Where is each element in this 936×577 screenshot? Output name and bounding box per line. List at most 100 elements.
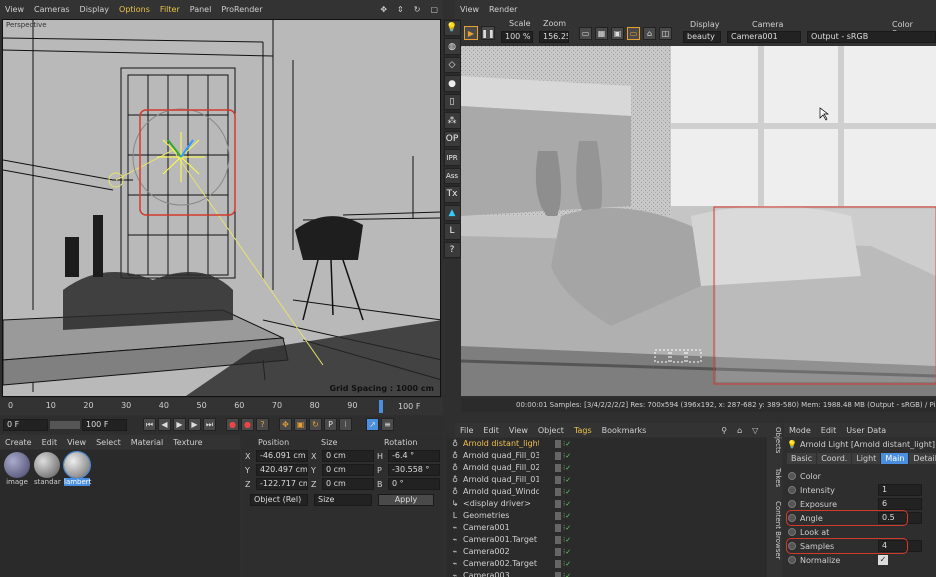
play-icon[interactable]: ▶ — [173, 418, 186, 431]
attr-tab[interactable]: Details — [909, 453, 936, 464]
visibility-flags[interactable]: ⁝✓ — [555, 559, 571, 568]
normalize-checkbox[interactable]: ✓ — [878, 555, 888, 565]
attr-tab[interactable]: Coord. — [817, 453, 852, 464]
param-value-field[interactable]: 6 — [878, 498, 922, 510]
menu-options[interactable]: Options — [114, 5, 155, 14]
display-select[interactable]: beauty — [683, 31, 721, 43]
object-row[interactable]: ⌁ Camera003 ⁝✓ — [447, 570, 767, 577]
search-icon[interactable]: ⚲ — [716, 426, 732, 435]
attr-menu-edit[interactable]: Edit — [816, 426, 842, 435]
visibility-flags[interactable]: ⁝✓ — [555, 451, 571, 460]
param-radio-icon[interactable] — [788, 528, 796, 536]
material-item[interactable]: lambert — [63, 451, 91, 575]
menu-create[interactable]: Create — [0, 438, 37, 447]
tab-objects[interactable]: Objects — [774, 427, 782, 453]
move-key-icon[interactable]: ✥ — [279, 418, 292, 431]
object-row[interactable]: ♁ Arnold quad_Window ⁝✓ — [447, 486, 767, 498]
point-key-icon[interactable]: P — [324, 418, 337, 431]
particles-icon[interactable]: ⁂ — [443, 112, 461, 129]
visibility-flags[interactable]: ⁝✓ — [555, 475, 571, 484]
attr-menu-mode[interactable]: Mode — [784, 426, 816, 435]
menu-panel[interactable]: Panel — [185, 5, 217, 14]
zoom-field[interactable]: 156.25 — [539, 31, 569, 43]
material-item[interactable]: standar — [34, 452, 61, 575]
visibility-flags[interactable]: ⁝✓ — [555, 499, 571, 508]
tab-content-browser[interactable]: Content Browser — [774, 501, 782, 559]
param-radio-icon[interactable] — [788, 556, 796, 564]
filter-icon[interactable]: ▽ — [747, 426, 763, 435]
visibility-flags[interactable]: ⁝✓ — [555, 487, 571, 496]
fit-icon[interactable]: ▭ — [579, 27, 592, 40]
region-icon[interactable]: ▣ — [611, 27, 624, 40]
coord-pos-field[interactable]: 420.497 cm — [256, 464, 308, 476]
visibility-flags[interactable]: ⁝✓ — [555, 523, 571, 532]
menu-cameras[interactable]: Cameras — [29, 5, 75, 14]
menu-select[interactable]: Select — [91, 438, 126, 447]
object-row[interactable]: ↳ <display driver> ⁝✓ — [447, 498, 767, 510]
timeline-playhead[interactable] — [379, 400, 384, 413]
menu-texture[interactable]: Texture — [168, 438, 207, 447]
coord-pos-field[interactable]: -46.091 cm — [256, 450, 308, 462]
scale-key-icon[interactable]: ▣ — [294, 418, 307, 431]
coord-size-field[interactable]: 0 cm — [322, 478, 374, 490]
menu-display[interactable]: Display — [75, 5, 115, 14]
arnold-icon[interactable]: ▲ — [443, 204, 461, 222]
sphere-icon[interactable]: ● — [443, 75, 461, 92]
visibility-flags[interactable]: ⁝✓ — [555, 535, 571, 544]
coord-rot-field[interactable]: 0 ° — [388, 478, 440, 490]
crop-icon[interactable]: ▭ — [627, 27, 640, 40]
current-frame-field[interactable]: 0 F — [3, 418, 48, 431]
light-bulb-icon[interactable]: 💡 — [443, 20, 461, 37]
visibility-flags[interactable]: ⁝✓ — [555, 439, 571, 448]
help-button[interactable]: ? — [443, 241, 461, 259]
record-icon[interactable]: ● — [226, 418, 239, 431]
coord-size-select[interactable]: Size — [314, 494, 372, 506]
keyframe-icon[interactable]: ? — [256, 418, 269, 431]
param-radio-icon[interactable] — [788, 500, 796, 508]
attr-tab[interactable]: Light — [852, 453, 881, 464]
motion-icon[interactable]: ↗ — [366, 418, 379, 431]
menu-prorender[interactable]: ProRender — [216, 5, 267, 14]
menu-filter[interactable]: Filter — [155, 5, 185, 14]
camera-select[interactable]: Camera001 — [727, 31, 801, 43]
object-row[interactable]: ⌁ Camera001 ⁝✓ — [447, 522, 767, 534]
timeline-scroll[interactable] — [50, 420, 80, 429]
home-icon[interactable]: ⌂ — [732, 426, 747, 435]
ass-button[interactable]: Ass — [443, 167, 461, 185]
move-icon[interactable]: ✥ — [375, 5, 392, 14]
end-frame-field[interactable]: 100 F — [82, 418, 127, 431]
obj-menu-edit[interactable]: Edit — [478, 426, 504, 435]
object-row[interactable]: L Geometries ⁝✓ — [447, 510, 767, 522]
object-row[interactable]: ♁ Arnold quad_Fill_01 ⁝✓ — [447, 474, 767, 486]
attr-tab[interactable]: Main — [881, 453, 909, 464]
viewport-3d[interactable]: Perspective Grid Spacing : 1000 cm — [2, 19, 441, 397]
obj-menu-file[interactable]: File — [455, 426, 478, 435]
render-menu-view[interactable]: View — [455, 5, 484, 14]
render-play-icon[interactable]: ▶ — [464, 26, 478, 40]
coord-pos-field[interactable]: -122.717 cm — [256, 478, 308, 490]
lock-icon[interactable]: ⌂ — [643, 27, 656, 40]
timeline-menu-icon[interactable]: ≡ — [381, 418, 394, 431]
document-icon[interactable]: ▯ — [443, 93, 461, 111]
autokey-icon[interactable]: ● — [241, 418, 254, 431]
object-row[interactable]: ♁ Arnold distant_light ⁝✓ — [447, 438, 767, 450]
obj-menu-view[interactable]: View — [504, 426, 533, 435]
maximize-icon[interactable]: ▢ — [425, 5, 443, 14]
param-key-icon[interactable]: ⁝ — [339, 418, 352, 431]
visibility-flags[interactable]: ⁝✓ — [555, 511, 571, 520]
object-row[interactable]: ⌁ Camera002.Target ⁝✓ — [447, 558, 767, 570]
obj-menu-object[interactable]: Object — [533, 426, 569, 435]
goto-end-icon[interactable]: ⏭ — [203, 418, 216, 431]
param-value-field[interactable]: 1 — [878, 484, 922, 496]
menu-view[interactable]: View — [0, 5, 29, 14]
globe-icon[interactable]: ◍ — [443, 38, 461, 55]
tx-button[interactable]: Tx — [443, 186, 461, 203]
visibility-flags[interactable]: ⁝✓ — [555, 571, 571, 577]
tab-takes[interactable]: Takes — [774, 468, 782, 487]
timeline-ruler[interactable]: 0 10 20 30 40 50 60 70 80 90 100 F — [0, 398, 443, 415]
zoom-icon[interactable]: ⇕ — [392, 5, 409, 14]
stop-icon[interactable]: ◫ — [659, 27, 672, 40]
coord-rot-field[interactable]: -6.4 ° — [388, 450, 440, 462]
ipr-button[interactable]: IPR — [443, 149, 461, 166]
apply-button[interactable]: Apply — [378, 494, 434, 506]
